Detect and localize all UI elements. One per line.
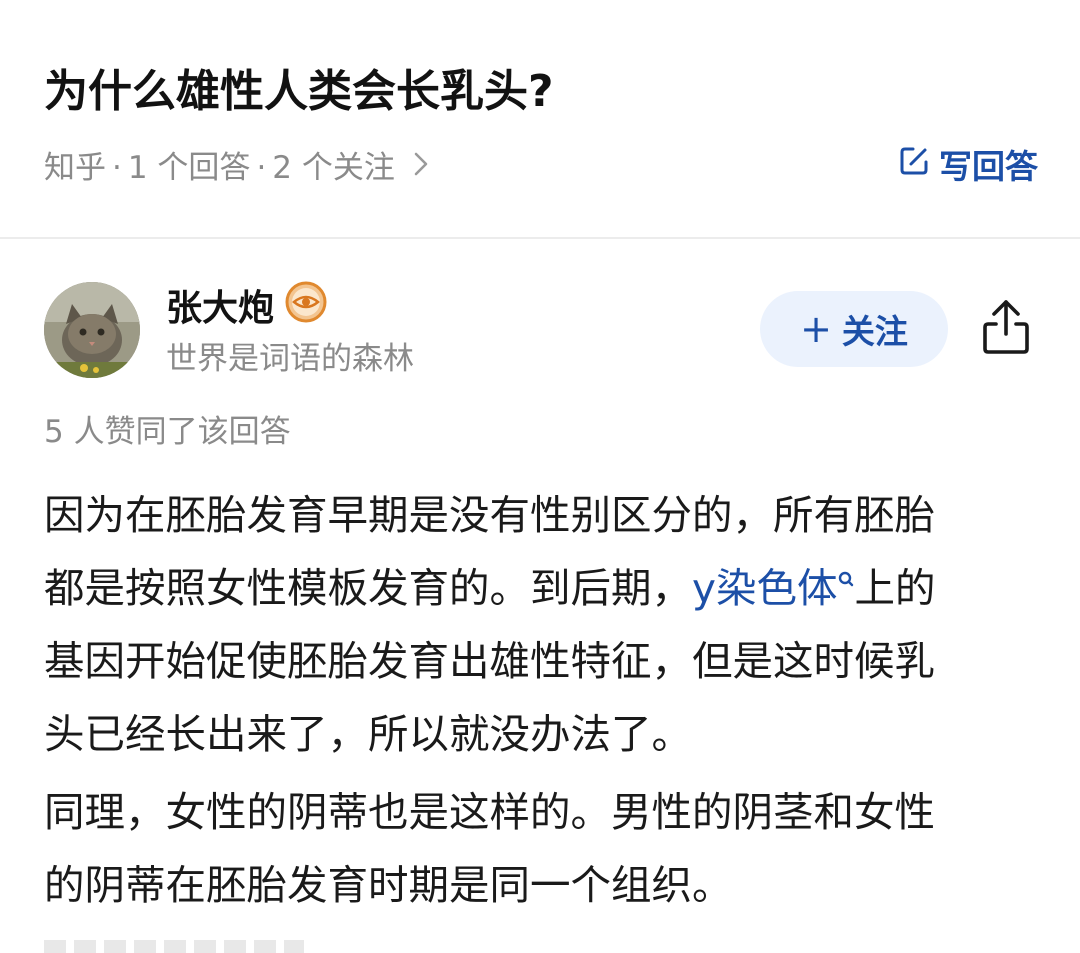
meta-separator: · bbox=[112, 150, 122, 186]
meta-answer-count: 1 个回答 bbox=[127, 150, 251, 186]
divider bbox=[0, 237, 1080, 239]
follow-button[interactable]: + 关注 bbox=[760, 291, 948, 367]
question-title[interactable]: 为什么雄性人类会长乳头? bbox=[44, 62, 554, 122]
avatar[interactable] bbox=[44, 282, 140, 378]
eye-badge-icon bbox=[284, 280, 328, 337]
write-answer-label: 写回答 bbox=[939, 147, 1038, 186]
keyword-link[interactable]: y染色体 bbox=[692, 564, 837, 612]
answer-line: 都是按照女性模板发育的。到后期，y染色体 上的 bbox=[44, 552, 1036, 625]
answer-line: 的阴蒂在胚胎发育时期是同一个组织。 bbox=[44, 861, 733, 909]
chevron-right-icon bbox=[413, 146, 429, 190]
meta-separator: · bbox=[256, 150, 267, 186]
meta-follow-count: 2 个关注 bbox=[272, 150, 395, 186]
answer-body: 因为在胚胎发育早期是没有性别区分的，所有胚胎 都是按照女性模板发育的。到后期，y… bbox=[44, 479, 1036, 922]
answer-line: 因为在胚胎发育早期是没有性别区分的，所有胚胎 bbox=[44, 491, 935, 539]
answer-text: 上的 bbox=[854, 564, 936, 612]
answer-line: 基因开始促使胚胎发育出雄性特征，但是这时候乳 bbox=[44, 637, 935, 685]
answer-line: 头已经长出来了，所以就没办法了。 bbox=[44, 710, 692, 758]
author-name[interactable]: 张大炮 bbox=[166, 280, 328, 337]
plus-icon: + bbox=[800, 307, 832, 351]
cut-off-text bbox=[44, 940, 304, 953]
vote-count-text: 5 人赞同了该回答 bbox=[44, 414, 291, 450]
edit-icon bbox=[897, 144, 931, 190]
answer-line: 同理，女性的阴蒂也是这样的。男性的阴茎和女性 bbox=[44, 788, 935, 836]
search-icon[interactable] bbox=[838, 571, 854, 597]
meta-source: 知乎 bbox=[44, 150, 106, 186]
write-answer-button[interactable]: 写回答 bbox=[897, 144, 1038, 190]
answer-paragraph: 因为在胚胎发育早期是没有性别区分的，所有胚胎 都是按照女性模板发育的。到后期，y… bbox=[44, 479, 1036, 771]
answer-paragraph: 同理，女性的阴蒂也是这样的。男性的阴茎和女性 的阴蒂在胚胎发育时期是同一个组织。 bbox=[44, 776, 1036, 922]
answer-page: 为什么雄性人类会长乳头? 知乎 · 1 个回答 · 2 个关注 写回答 张大炮 … bbox=[0, 0, 1080, 953]
answer-text: 都是按照女性模板发育的。到后期， bbox=[44, 564, 692, 612]
share-icon[interactable] bbox=[978, 296, 1034, 358]
question-meta[interactable]: 知乎 · 1 个回答 · 2 个关注 bbox=[44, 146, 429, 190]
author-name-text: 张大炮 bbox=[166, 287, 275, 329]
author-bio: 世界是词语的森林 bbox=[166, 341, 414, 377]
follow-label: 关注 bbox=[841, 312, 908, 351]
